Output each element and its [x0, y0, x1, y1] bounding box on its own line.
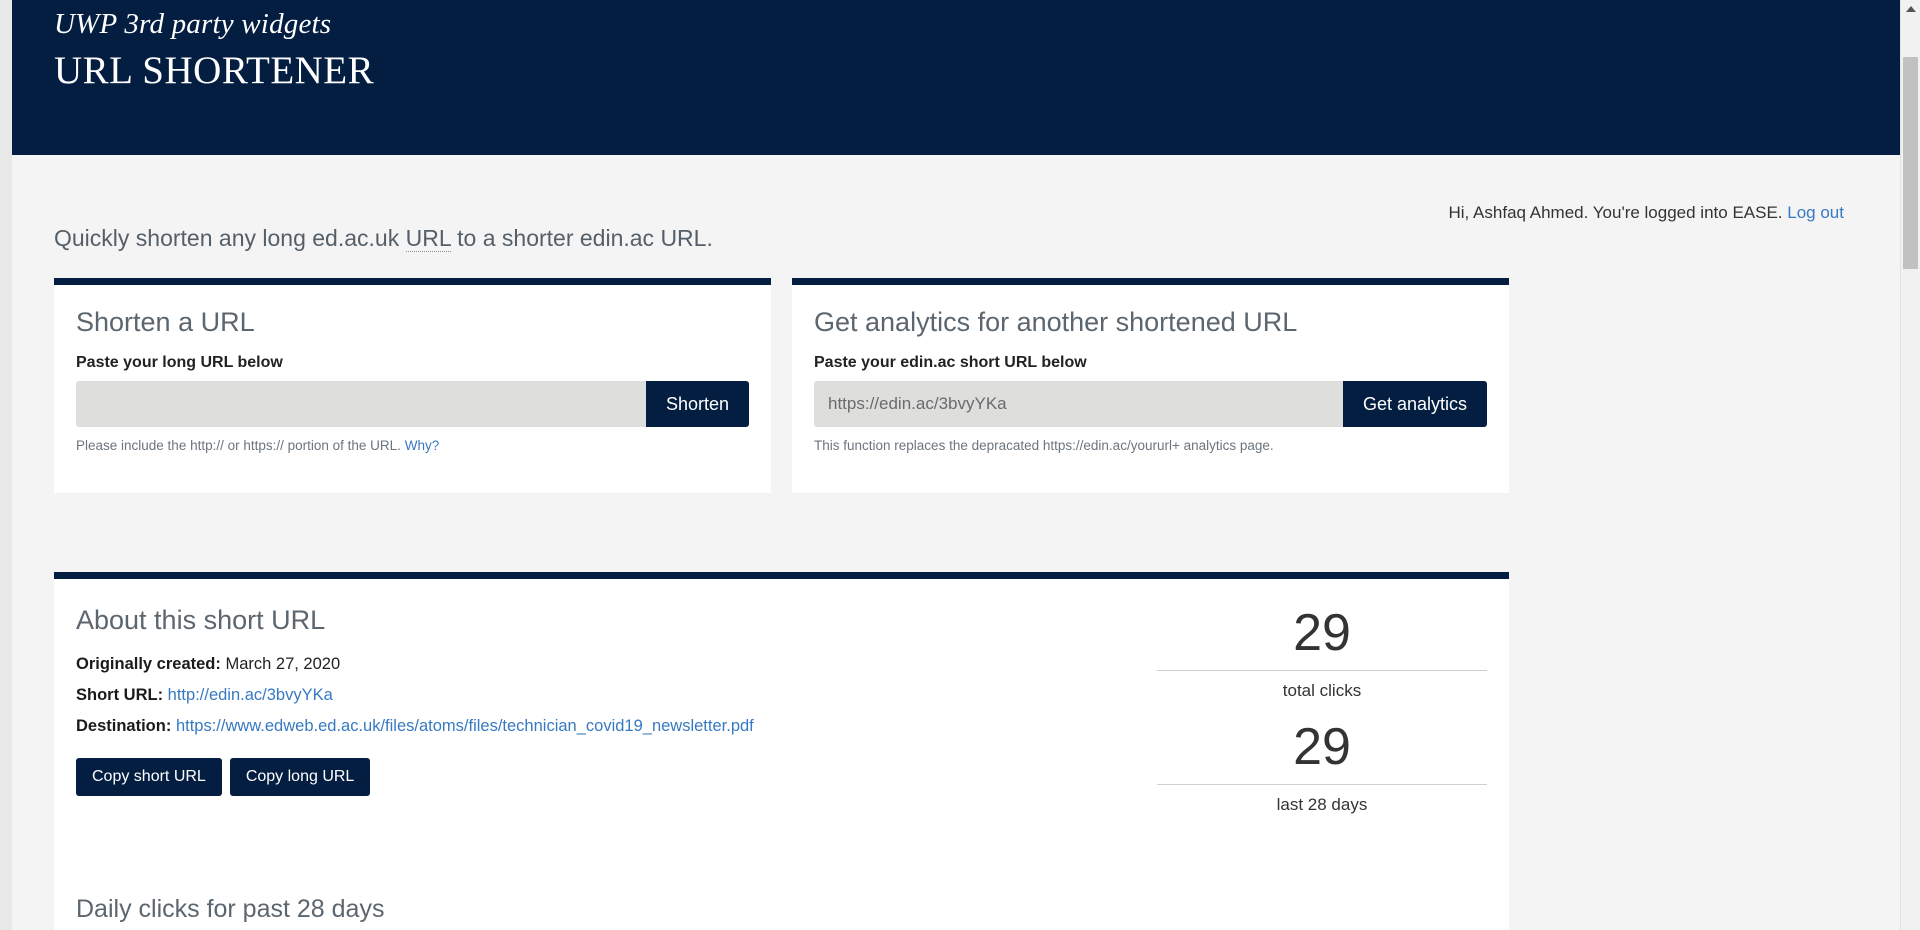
- last-28-days-label: last 28 days: [1276, 795, 1368, 815]
- about-panel-inner: About this short URL Originally created:…: [54, 579, 1509, 930]
- site-header: UWP 3rd party widgets URL SHORTENER: [12, 0, 1900, 155]
- analytics-input-row: Get analytics: [814, 381, 1487, 427]
- shorten-field-label: Paste your long URL below: [76, 354, 283, 371]
- meta-value-short-url[interactable]: http://edin.ac/3bvyYKa: [168, 686, 333, 704]
- chevron-up-icon[interactable]: [1901, 0, 1920, 18]
- intro-text-before: Quickly shorten any long ed.ac.uk: [54, 225, 406, 251]
- analytics-card-title: Get analytics for another shortened URL: [814, 307, 1298, 337]
- shorten-input-row: Shorten: [76, 381, 749, 427]
- analytics-help-text: This function replaces the depracated ht…: [814, 438, 1274, 453]
- long-url-input[interactable]: [76, 381, 646, 427]
- page-title: URL SHORTENER: [54, 49, 375, 93]
- total-clicks-label: total clicks: [1282, 681, 1362, 701]
- shorten-card-body: Shorten a URL Paste your long URL below …: [54, 285, 771, 453]
- about-short-url-panel: About this short URL Originally created:…: [54, 572, 1509, 930]
- intro-text: Quickly shorten any long ed.ac.uk URL to…: [54, 225, 713, 252]
- meta-label-created: Originally created:: [76, 655, 221, 673]
- url-abbr: URL: [405, 225, 451, 252]
- shorten-help-text: Please include the http:// or https:// p…: [76, 438, 749, 453]
- vertical-scrollbar[interactable]: [1900, 0, 1920, 930]
- brand-kicker: UWP 3rd party widgets: [54, 8, 332, 40]
- analytics-card-body: Get analytics for another shortened URL …: [792, 285, 1509, 453]
- copy-long-url-button[interactable]: Copy long URL: [229, 758, 371, 797]
- shorten-help-sentence: Please include the http:// or https:// p…: [76, 438, 401, 453]
- total-clicks-value: 29: [1157, 604, 1487, 672]
- get-analytics-button[interactable]: Get analytics: [1342, 381, 1487, 427]
- shorten-url-card: Shorten a URL Paste your long URL below …: [54, 278, 771, 493]
- get-analytics-card: Get analytics for another shortened URL …: [792, 278, 1509, 493]
- last-28-days-value: 29: [1157, 719, 1487, 786]
- intro-text-after: to a shorter edin.ac URL.: [450, 225, 713, 251]
- daily-clicks-title: Daily clicks for past 28 days: [76, 895, 385, 923]
- meta-value-created: March 27, 2020: [225, 655, 341, 673]
- click-stats: 29 total clicks 29 last 28 days: [1157, 604, 1487, 833]
- copy-short-url-button[interactable]: Copy short URL: [76, 758, 222, 797]
- shorten-card-title: Shorten a URL: [76, 307, 255, 337]
- header-inner: UWP 3rd party widgets URL SHORTENER: [12, 0, 1900, 97]
- why-link[interactable]: Why?: [405, 438, 440, 453]
- short-url-input[interactable]: [814, 381, 1343, 427]
- login-status-bar: Hi, Ashfaq Ahmed. You're logged into EAS…: [1448, 203, 1844, 223]
- analytics-field-label: Paste your edin.ac short URL below: [814, 354, 1087, 371]
- meta-label-destination: Destination:: [76, 716, 172, 735]
- login-greeting: Hi, Ashfaq Ahmed. You're logged into EAS…: [1448, 203, 1783, 222]
- left-gutter: [0, 0, 12, 930]
- page-body: Hi, Ashfaq Ahmed. You're logged into EAS…: [12, 155, 1900, 930]
- logout-link[interactable]: Log out: [1787, 203, 1844, 222]
- meta-value-destination[interactable]: https://www.edweb.ed.ac.uk/files/atoms/f…: [176, 717, 754, 735]
- meta-label-short-url: Short URL:: [76, 685, 164, 704]
- browser-viewport: UWP 3rd party widgets URL SHORTENER Hi, …: [0, 0, 1920, 930]
- scrollbar-thumb[interactable]: [1903, 57, 1918, 269]
- shorten-button[interactable]: Shorten: [645, 381, 749, 427]
